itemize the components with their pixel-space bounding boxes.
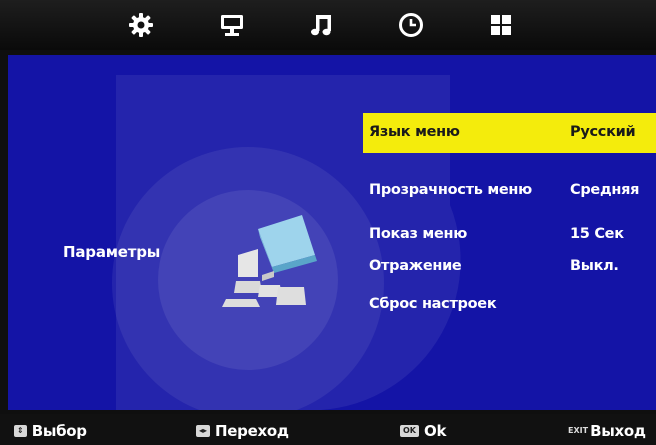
music-note-icon bbox=[308, 12, 334, 38]
hint-exit: EXIT Выход bbox=[568, 422, 646, 440]
hint-bar: ⇕ Выбор ◂▸ Переход OK Ok EXIT Выход bbox=[0, 414, 656, 445]
tab-apps[interactable] bbox=[482, 6, 520, 44]
hint-ok-label: Ok bbox=[424, 422, 447, 440]
gear-icon bbox=[128, 12, 154, 38]
hint-ok: OK Ok bbox=[400, 422, 446, 440]
menu-value-transparency: Средняя bbox=[570, 182, 640, 198]
menu-item-transparency[interactable]: Прозрачность меню bbox=[369, 182, 532, 198]
menu-value-display-time: 15 Сек bbox=[570, 226, 624, 242]
menu-value-mirror: Выкл. bbox=[570, 258, 619, 274]
grid-icon bbox=[488, 12, 514, 38]
menu-item-language[interactable]: Язык меню bbox=[369, 124, 460, 140]
page-title: Параметры bbox=[63, 243, 161, 261]
hint-exit-label: Выход bbox=[590, 422, 646, 440]
hint-select: ⇕ Выбор bbox=[14, 422, 87, 440]
menu-item-display-time[interactable]: Показ меню bbox=[369, 226, 467, 242]
updown-key-icon: ⇕ bbox=[14, 425, 27, 437]
monitor-icon bbox=[219, 12, 245, 38]
tab-settings[interactable] bbox=[122, 6, 160, 44]
menu-item-reset[interactable]: Сброс настроек bbox=[369, 296, 497, 312]
menu-value-language: Русский bbox=[570, 124, 636, 140]
settings-panel: Параметры Язык меню Русский Прозрачность… bbox=[8, 55, 656, 410]
background-watermark bbox=[112, 75, 461, 410]
hint-navigate: ◂▸ Переход bbox=[196, 422, 289, 440]
tab-display[interactable] bbox=[213, 6, 251, 44]
leftright-key-icon: ◂▸ bbox=[196, 425, 211, 437]
tab-time[interactable] bbox=[392, 6, 430, 44]
exit-key-icon: EXIT bbox=[568, 426, 589, 435]
tab-audio[interactable] bbox=[302, 6, 340, 44]
menu-item-mirror[interactable]: Отражение bbox=[369, 258, 462, 274]
clock-icon bbox=[398, 12, 424, 38]
hint-navigate-label: Переход bbox=[215, 422, 289, 440]
top-tab-bar bbox=[0, 0, 656, 50]
hint-select-label: Выбор bbox=[31, 422, 87, 440]
ok-key-icon: OK bbox=[400, 425, 419, 437]
settings-illustration-icon bbox=[220, 215, 330, 315]
